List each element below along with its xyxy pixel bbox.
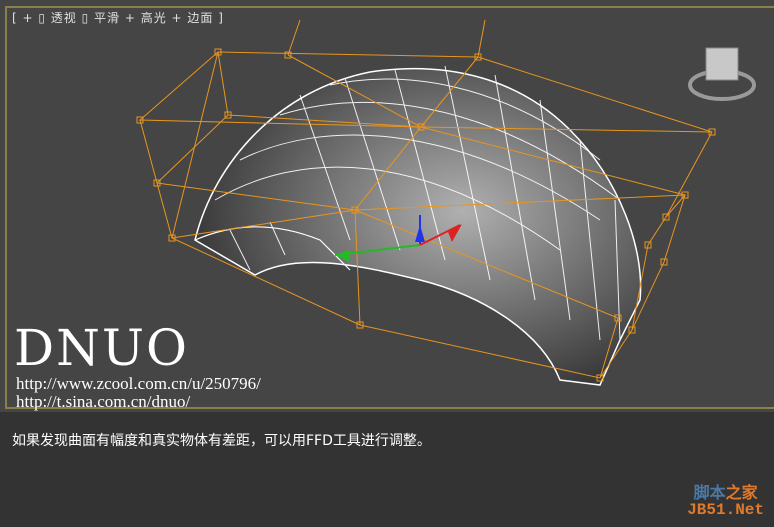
site-logo: 脚本之家 JB51.Net — [687, 484, 764, 519]
logo-domain: JB51.Net — [687, 500, 764, 519]
logo-text-a: 脚本 — [693, 483, 726, 502]
watermark-url-2: http://t.sina.com.cn/dnuo/ — [16, 392, 191, 411]
watermark-url-1: http://www.zcool.com.cn/u/250796/ — [16, 374, 261, 393]
3d-viewport[interactable]: [ + ▯ 透视 ▯ 平滑 + 高光 + 边面 ] DNUO http://ww… — [0, 0, 774, 412]
watermark-title: DNUO — [14, 319, 189, 377]
logo-text-b: 之家 — [725, 483, 758, 502]
viewport-label-menu[interactable]: [ + ▯ 透视 ▯ 平滑 + 高光 + 边面 ] — [12, 9, 224, 26]
caption-text: 如果发现曲面有幅度和真实物体有差距，可以用FFD工具进行调整。 — [12, 433, 431, 449]
